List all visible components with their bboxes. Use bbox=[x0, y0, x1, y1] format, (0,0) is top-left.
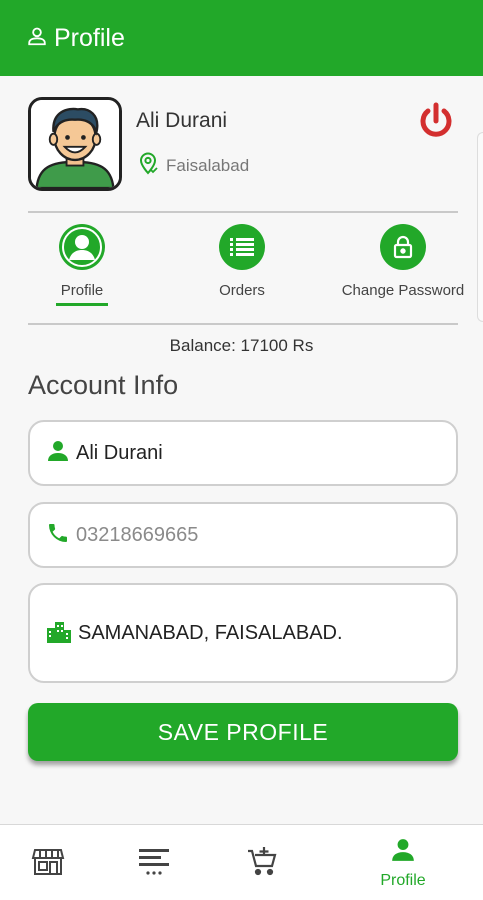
edge-overlay bbox=[477, 132, 483, 322]
phone-field[interactable]: 03218669665 bbox=[28, 502, 458, 568]
address-value: SAMANABAD, FAISALABAD. bbox=[78, 621, 343, 644]
cart-add-icon bbox=[245, 844, 279, 883]
list-icon bbox=[219, 224, 265, 270]
profile-card: Ali Durani Faisalabad bbox=[28, 97, 458, 195]
page-title: Profile bbox=[54, 23, 125, 52]
user-outline-icon bbox=[26, 25, 48, 52]
user-name: Ali Durani bbox=[136, 109, 228, 132]
save-profile-button[interactable]: SAVE PROFILE bbox=[28, 703, 458, 761]
phone-icon bbox=[46, 521, 70, 550]
lock-icon bbox=[380, 224, 426, 270]
profile-icon bbox=[59, 224, 105, 270]
person-icon bbox=[390, 837, 416, 868]
active-tab-indicator bbox=[56, 303, 108, 306]
address-field[interactable]: SAMANABAD, FAISALABAD. bbox=[28, 583, 458, 683]
building-icon bbox=[46, 619, 72, 648]
profile-tabs: Profile Orders Change Password bbox=[20, 224, 470, 314]
divider bbox=[28, 211, 458, 213]
nav-item-menu[interactable] bbox=[104, 825, 204, 900]
name-value: Ali Durani bbox=[76, 441, 163, 464]
divider bbox=[28, 323, 458, 325]
app-bar: Profile bbox=[0, 0, 483, 76]
section-title: Account Info bbox=[28, 370, 179, 400]
tab-change-password[interactable]: Change Password bbox=[333, 224, 473, 299]
person-icon bbox=[46, 439, 70, 468]
location-text: Faisalabad bbox=[166, 155, 250, 175]
tab-orders[interactable]: Orders bbox=[172, 224, 312, 299]
nav-item-cart[interactable] bbox=[212, 825, 312, 900]
tab-label: Orders bbox=[219, 282, 265, 299]
store-icon bbox=[31, 844, 65, 883]
nav-label: Profile bbox=[380, 871, 426, 889]
name-field[interactable]: Ali Durani bbox=[28, 420, 458, 486]
location-pin-icon bbox=[136, 151, 160, 180]
logout-button[interactable] bbox=[414, 101, 458, 145]
balance-text: Balance: 17100 Rs bbox=[169, 336, 314, 355]
menu-icon bbox=[137, 844, 171, 883]
power-icon bbox=[416, 101, 456, 146]
nav-item-store[interactable] bbox=[0, 825, 98, 900]
tab-label: Profile bbox=[60, 282, 104, 299]
tab-profile[interactable]: Profile bbox=[12, 224, 152, 306]
tab-label: Change Password bbox=[341, 282, 465, 299]
avatar bbox=[28, 97, 122, 191]
bottom-nav: Profile bbox=[0, 824, 483, 900]
user-location: Faisalabad bbox=[136, 151, 249, 180]
phone-placeholder: 03218669665 bbox=[76, 523, 199, 546]
nav-item-profile[interactable]: Profile bbox=[353, 825, 453, 900]
